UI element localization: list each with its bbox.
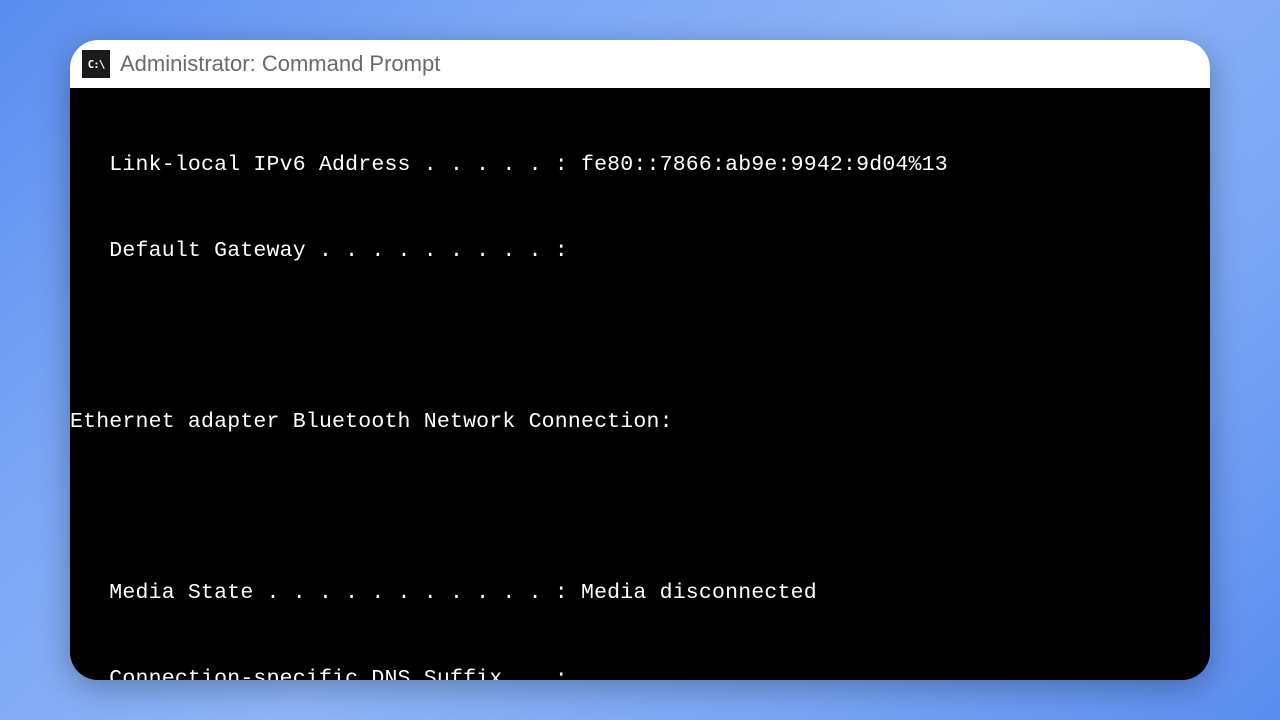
output-adapter-header: Ethernet adapter Bluetooth Network Conne… xyxy=(70,408,1210,437)
blank-line xyxy=(70,494,1210,522)
output-dns-suffix: Connection-specific DNS Suffix . : xyxy=(70,665,1210,680)
output-ipv6-address: Link-local IPv6 Address . . . . . : fe80… xyxy=(70,151,1210,180)
terminal-output[interactable]: Link-local IPv6 Address . . . . . : fe80… xyxy=(70,88,1210,680)
cmd-icon: C:\ xyxy=(82,50,110,78)
output-media-state: Media State . . . . . . . . . . . : Medi… xyxy=(70,579,1210,608)
command-prompt-window: C:\ Administrator: Command Prompt Link-l… xyxy=(70,40,1210,680)
blank-line xyxy=(70,323,1210,351)
output-default-gateway: Default Gateway . . . . . . . . . : xyxy=(70,237,1210,266)
window-title: Administrator: Command Prompt xyxy=(120,51,440,77)
titlebar[interactable]: C:\ Administrator: Command Prompt xyxy=(70,40,1210,88)
